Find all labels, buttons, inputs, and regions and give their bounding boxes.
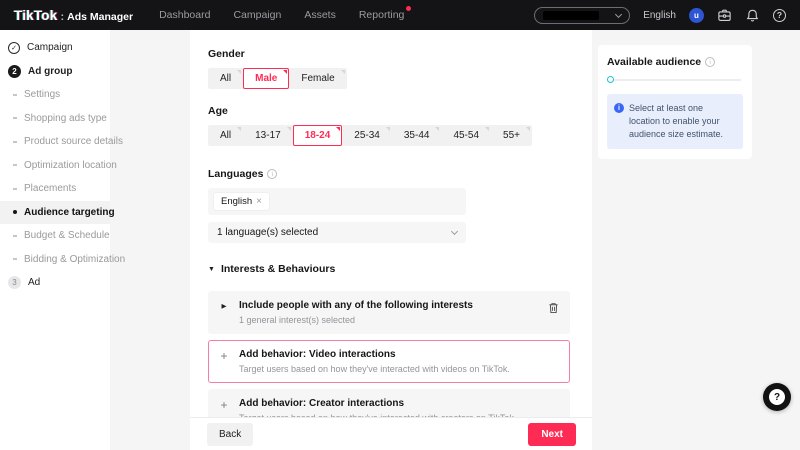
- plus-icon: +: [220, 349, 228, 363]
- back-button[interactable]: Back: [207, 422, 254, 446]
- languages-selected-dropdown[interactable]: 1 language(s) selected: [208, 222, 466, 243]
- languages-tag-box[interactable]: English ×: [208, 188, 466, 215]
- remove-language-icon[interactable]: ×: [256, 196, 262, 207]
- plus-icon: +: [220, 398, 228, 412]
- sidebar-item-product-source-details[interactable]: Product source details: [0, 130, 123, 154]
- gauge-track: [610, 79, 741, 81]
- sidebar-item-audience-targeting[interactable]: Audience targeting: [0, 200, 115, 224]
- chevron-down-icon: [450, 227, 459, 236]
- help-icon[interactable]: ?: [773, 8, 786, 22]
- nav-campaign[interactable]: Campaign: [233, 9, 281, 21]
- reporting-notification-dot: [406, 6, 412, 11]
- topbar-right-cluster: English u ?: [534, 6, 786, 24]
- bullet-icon: [13, 117, 17, 120]
- wizard-footer: Back Next: [190, 417, 592, 450]
- tiktok-wordmark: TikTok: [14, 7, 58, 23]
- nav-dashboard[interactable]: Dashboard: [159, 9, 210, 21]
- info-message: Select at least one location to enable y…: [629, 103, 724, 140]
- chevron-down-icon: [615, 10, 623, 18]
- next-button[interactable]: Next: [528, 422, 576, 446]
- nav-assets[interactable]: Assets: [304, 9, 336, 21]
- gender-option-male[interactable]: Male: [243, 68, 290, 89]
- question-mark-icon: ?: [769, 389, 785, 405]
- interest-group-card[interactable]: ▶ Include people with any of the followi…: [208, 291, 570, 334]
- sidebar-item-placements[interactable]: Placements: [0, 177, 110, 201]
- language-chip-english: English ×: [214, 193, 270, 210]
- step-number-badge: 2: [8, 64, 21, 78]
- creation-steps-sidebar: ✓ Campaign 2 Ad group Settings Shopping …: [0, 30, 125, 450]
- location-info-box: i Select at least one location to enable…: [607, 94, 743, 150]
- gender-option-female[interactable]: Female: [289, 68, 346, 89]
- top-bar: TikTok : Ads Manager Dashboard Campaign …: [0, 0, 800, 30]
- bell-icon[interactable]: [745, 8, 760, 23]
- redacted-account-name: [543, 10, 600, 20]
- add-behavior-creator-card[interactable]: + Add behavior: Creator interactions Tar…: [208, 389, 570, 417]
- info-filled-icon: i: [614, 103, 624, 113]
- gender-label: Gender: [208, 48, 245, 60]
- bullet-icon: [13, 140, 17, 143]
- nav-reporting[interactable]: Reporting: [359, 6, 412, 21]
- product-name: Ads Manager: [67, 10, 134, 23]
- card-title: Add behavior: Video interactions: [239, 349, 396, 360]
- age-option-35-44[interactable]: 35-44: [392, 125, 442, 146]
- message-center-icon[interactable]: [717, 8, 732, 23]
- bullet-icon: [13, 187, 17, 190]
- bullet-icon: [13, 258, 17, 261]
- age-option-45-54[interactable]: 45-54: [441, 125, 491, 146]
- info-icon[interactable]: i: [705, 57, 716, 67]
- sidebar-item-ad[interactable]: 3 Ad: [0, 271, 110, 295]
- age-option-13-17[interactable]: 13-17: [243, 125, 293, 146]
- interests-behaviours-header[interactable]: ▼ Interests & Behaviours: [208, 263, 570, 275]
- sidebar-item-campaign[interactable]: ✓ Campaign: [0, 36, 110, 60]
- account-selector-dropdown[interactable]: [534, 6, 631, 24]
- available-audience-card: Available audience i i Select at least o…: [598, 45, 752, 160]
- logo-separator: :: [60, 10, 65, 23]
- gender-segmented-control: All Male Female: [208, 68, 347, 89]
- sidebar-item-settings[interactable]: Settings: [0, 83, 110, 107]
- audience-size-gauge: [607, 76, 743, 84]
- card-title: Include people with any of the following…: [239, 300, 473, 311]
- caret-down-icon: ▼: [208, 265, 215, 273]
- age-option-all[interactable]: All: [208, 125, 243, 146]
- help-fab-button[interactable]: ?: [763, 383, 791, 411]
- active-bullet-icon: [13, 210, 17, 215]
- audience-targeting-panel: Gender All Male Female Age All 13-17 18-…: [190, 30, 592, 450]
- user-avatar[interactable]: u: [689, 7, 704, 23]
- bullet-icon: [13, 93, 17, 96]
- expand-card-control[interactable]: ▶: [209, 300, 239, 310]
- info-icon[interactable]: i: [267, 169, 278, 179]
- step-number-badge: 3: [8, 276, 21, 290]
- language-switcher[interactable]: English: [643, 10, 676, 21]
- available-audience-title: Available audience i: [607, 56, 743, 68]
- tiktok-ads-manager-logo[interactable]: TikTok : Ads Manager: [14, 8, 133, 23]
- check-icon: ✓: [8, 41, 20, 54]
- age-segmented-control: All 13-17 18-24 25-34 35-44 45-54 55+: [208, 125, 532, 146]
- panel-scroll-area[interactable]: Gender All Male Female Age All 13-17 18-…: [190, 30, 592, 417]
- add-behavior-video-card[interactable]: + Add behavior: Video interactions Targe…: [208, 340, 570, 383]
- age-option-18-24[interactable]: 18-24: [292, 125, 343, 146]
- languages-label: Languages i: [208, 168, 570, 180]
- card-title: Add behavior: Creator interactions: [239, 398, 405, 409]
- bullet-icon: [13, 234, 17, 237]
- card-subtitle: 1 general interest(s) selected: [239, 315, 356, 325]
- age-label: Age: [208, 105, 228, 117]
- card-subtitle: Target users based on how they've intera…: [239, 364, 510, 374]
- age-option-25-34[interactable]: 25-34: [342, 125, 392, 146]
- sidebar-item-shopping-ads-type[interactable]: Shopping ads type: [0, 107, 110, 131]
- caret-right-icon: ▶: [221, 303, 227, 310]
- gauge-knob: [607, 76, 614, 83]
- age-option-55plus[interactable]: 55+: [491, 125, 532, 146]
- top-navigation: Dashboard Campaign Assets Reporting: [159, 6, 412, 21]
- trash-icon[interactable]: [548, 300, 559, 314]
- bullet-icon: [13, 164, 17, 167]
- sidebar-item-optimization-location[interactable]: Optimization location: [0, 154, 117, 178]
- gender-option-all[interactable]: All: [208, 68, 243, 89]
- sidebar-item-budget-schedule[interactable]: Budget & Schedule: [0, 224, 110, 248]
- sidebar-item-bidding-optimization[interactable]: Bidding & Optimization: [0, 248, 125, 272]
- sidebar-item-ad-group[interactable]: 2 Ad group: [0, 60, 110, 84]
